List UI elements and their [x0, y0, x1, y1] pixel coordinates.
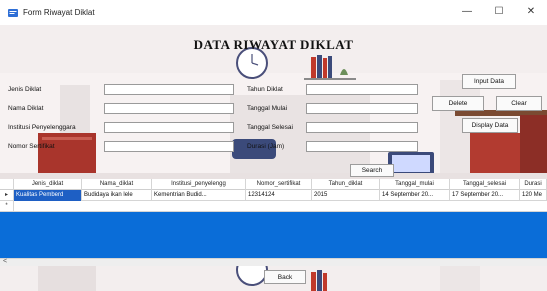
minimize-button[interactable]: —: [458, 4, 476, 20]
column-header-nama[interactable]: Nama_diklat: [82, 179, 152, 190]
label-tanggal-mulai: Tanggal Mulai: [247, 105, 288, 112]
column-header-institusi[interactable]: Institusi_penyelengg: [152, 179, 246, 190]
column-header-durasi[interactable]: Durasi: [520, 179, 547, 190]
label-tanggal-selesai: Tanggal Selesai: [247, 124, 293, 131]
cell-nama[interactable]: Budidaya ikan lele: [82, 190, 152, 201]
search-button[interactable]: Search: [350, 164, 394, 177]
label-institusi-penyelenggara: Institusi Penyelenggara: [8, 124, 76, 131]
jenis-diklat-field[interactable]: [104, 84, 234, 95]
new-row[interactable]: *: [0, 201, 547, 212]
cell-durasi[interactable]: 120 Me: [520, 190, 547, 201]
nomor-sertifikat-field[interactable]: [104, 141, 234, 152]
cell-tahun[interactable]: 2015: [312, 190, 380, 201]
bottom-area: Back: [0, 266, 547, 291]
horizontal-scrollbar[interactable]: <: [0, 258, 547, 266]
current-row-indicator-icon: ▸: [0, 190, 14, 201]
window-title: Form Riwayat Diklat: [23, 8, 95, 17]
cell-mulai[interactable]: 14 September 20...: [380, 190, 450, 201]
label-tahun-diklat: Tahun Diklat: [247, 86, 283, 93]
maximize-button[interactable]: ☐: [490, 4, 508, 20]
column-header-mulai[interactable]: Tanggal_mulai: [380, 179, 450, 190]
page-heading: DATA RIWAYAT DIKLAT: [193, 37, 354, 52]
tahun-diklat-field[interactable]: [306, 84, 418, 95]
title-bar: Form Riwayat Diklat — ☐ ✕: [0, 0, 547, 25]
clear-button[interactable]: Clear: [496, 96, 542, 111]
scroll-left-icon[interactable]: <: [3, 258, 7, 265]
input-data-button[interactable]: Input Data: [462, 74, 516, 89]
label-durasi-jam: Durasi (Jam): [247, 143, 285, 150]
back-button[interactable]: Back: [264, 270, 306, 284]
data-grid[interactable]: Jenis_diklat Nama_diklat Institusi_penye…: [0, 179, 547, 260]
new-row-indicator-icon: *: [0, 201, 14, 212]
cell-selesai[interactable]: 17 September 20...: [450, 190, 520, 201]
column-header-jenis[interactable]: Jenis_diklat: [14, 179, 82, 190]
cell-institusi[interactable]: Kementrian Budid...: [152, 190, 246, 201]
nama-diklat-field[interactable]: [104, 103, 234, 114]
tanggal-mulai-field[interactable]: [306, 103, 418, 114]
institusi-penyelenggara-field[interactable]: [104, 122, 234, 133]
grid-header: Jenis_diklat Nama_diklat Institusi_penye…: [0, 179, 547, 190]
table-row[interactable]: ▸ Kualitas Pemberd Budidaya ikan lele Ke…: [0, 190, 547, 201]
label-nama-diklat: Nama Diklat: [8, 105, 44, 112]
cell-nomor[interactable]: 12314124: [246, 190, 312, 201]
display-data-button[interactable]: Display Data: [462, 118, 518, 133]
column-header-selesai[interactable]: Tanggal_selesai: [450, 179, 520, 190]
close-button[interactable]: ✕: [522, 4, 540, 20]
header-corner: [0, 179, 14, 190]
label-jenis-diklat: Jenis Diklat: [8, 86, 42, 93]
cell-jenis[interactable]: Kualitas Pemberd: [14, 190, 82, 201]
label-nomor-sertifikat: Nomor Sertifikat: [8, 143, 55, 150]
column-header-tahun[interactable]: Tahun_diklat: [312, 179, 380, 190]
tanggal-selesai-field[interactable]: [306, 122, 418, 133]
delete-button[interactable]: Delete: [432, 96, 484, 111]
durasi-jam-field[interactable]: [306, 141, 418, 152]
form-area: DATA RIWAYAT DIKLAT Jenis Diklat Nama Di…: [0, 25, 547, 179]
app-icon: [8, 8, 18, 17]
column-header-nomor[interactable]: Nomor_sertifikat: [246, 179, 312, 190]
